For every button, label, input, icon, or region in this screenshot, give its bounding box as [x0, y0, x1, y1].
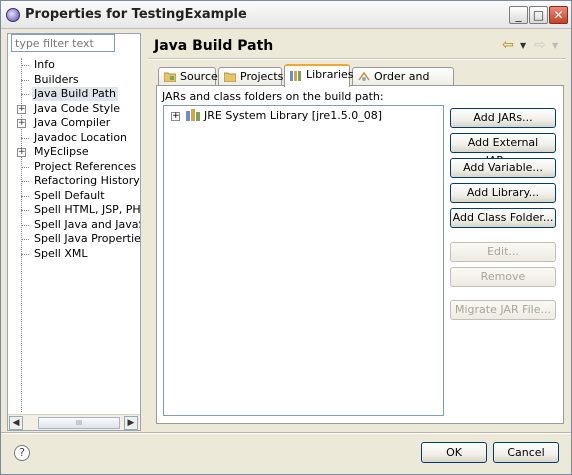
add-library-button[interactable]: Add Library...: [450, 183, 556, 203]
sidebar-item-refactoring-history[interactable]: Refactoring History: [8, 174, 140, 189]
maximize-button[interactable]: □: [529, 6, 548, 24]
expand-icon[interactable]: +: [171, 112, 180, 121]
title-bar[interactable]: Properties for TestingExample _ □ ✕: [1, 1, 571, 29]
back-history-dropdown-icon[interactable]: ▼: [520, 41, 526, 50]
scroll-right-icon[interactable]: ▶: [124, 416, 138, 430]
scroll-left-icon[interactable]: ◀: [9, 416, 23, 430]
sidebar-item-spell-html[interactable]: Spell HTML, JSP, PHP: [8, 203, 140, 218]
library-item-jre[interactable]: JRE System Library [jre1.5.0_08]: [204, 109, 382, 122]
properties-dialog: Properties for TestingExample _ □ ✕ Info…: [0, 0, 572, 475]
remove-button[interactable]: Remove: [450, 267, 556, 287]
ok-button[interactable]: OK: [421, 442, 487, 463]
sidebar-item-project-references[interactable]: Project References: [8, 160, 140, 175]
sidebar-item-java-compiler[interactable]: + Java Compiler: [8, 116, 140, 131]
add-class-folder-button[interactable]: Add Class Folder...: [450, 208, 556, 228]
libraries-icon: [290, 71, 301, 81]
back-arrow-icon[interactable]: ⇦: [502, 37, 514, 53]
title-separator: [148, 58, 566, 60]
library-jar-icon: [186, 109, 200, 121]
tab-order-and-export[interactable]: Order and Export: [352, 67, 454, 100]
minimize-button[interactable]: _: [509, 6, 528, 24]
migrate-jar-file-button[interactable]: Migrate JAR File...: [450, 300, 556, 320]
tab-libraries[interactable]: Libraries: [284, 64, 354, 87]
projects-folder-icon: [224, 72, 236, 82]
filter-input[interactable]: [11, 34, 115, 52]
add-variable-button[interactable]: Add Variable...: [450, 158, 556, 178]
sidebar-item-info[interactable]: Info: [8, 58, 140, 73]
help-icon[interactable]: ?: [14, 445, 30, 461]
horizontal-scrollbar[interactable]: ◀ III ▶: [8, 414, 140, 430]
sidebar-item-java-code-style[interactable]: + Java Code Style: [8, 102, 140, 117]
tree-list: Info Builders Java Build Path + Java Code…: [8, 58, 140, 412]
forward-history-dropdown-icon: ▼: [552, 41, 559, 50]
window-title: Properties for TestingExample: [25, 7, 247, 22]
footer-separator: [1, 432, 571, 434]
expand-icon[interactable]: +: [17, 104, 26, 114]
edit-button[interactable]: Edit...: [450, 242, 556, 262]
scroll-thumb[interactable]: III: [38, 417, 120, 429]
sidebar-item-spell-java-javascript[interactable]: Spell Java and JavaScript: [8, 218, 140, 233]
cancel-button[interactable]: Cancel: [493, 442, 559, 463]
build-path-list-label: JARs and class folders on the build path…: [162, 90, 384, 103]
sidebar-item-spell-xml[interactable]: Spell XML: [8, 247, 140, 262]
add-jars-button[interactable]: Add JARs...: [450, 108, 556, 128]
order-export-icon: [358, 71, 370, 81]
page-title: Java Build Path: [154, 38, 274, 54]
tab-source[interactable]: Source: [158, 67, 218, 86]
sidebar-item-javadoc-location[interactable]: Javadoc Location: [8, 131, 140, 146]
forward-arrow-icon: ⇨: [534, 37, 546, 53]
sidebar-item-builders[interactable]: Builders: [8, 73, 140, 88]
source-folder-icon: [164, 72, 176, 82]
add-external-jars-button[interactable]: Add External JARs...: [450, 133, 556, 167]
sidebar-item-spell-java-properties[interactable]: Spell Java Properties: [8, 232, 140, 247]
expand-icon[interactable]: +: [17, 148, 26, 157]
close-button[interactable]: ✕: [549, 6, 568, 24]
sidebar-item-spell-default[interactable]: Spell Default: [8, 189, 140, 204]
sidebar-item-java-build-path[interactable]: Java Build Path: [8, 87, 140, 102]
eclipse-app-icon: [6, 8, 20, 22]
tab-projects[interactable]: Projects: [218, 67, 283, 86]
expand-icon[interactable]: +: [17, 119, 26, 128]
sidebar-item-myeclipse[interactable]: + MyEclipse: [8, 145, 140, 160]
build-path-library-list[interactable]: [163, 105, 444, 416]
